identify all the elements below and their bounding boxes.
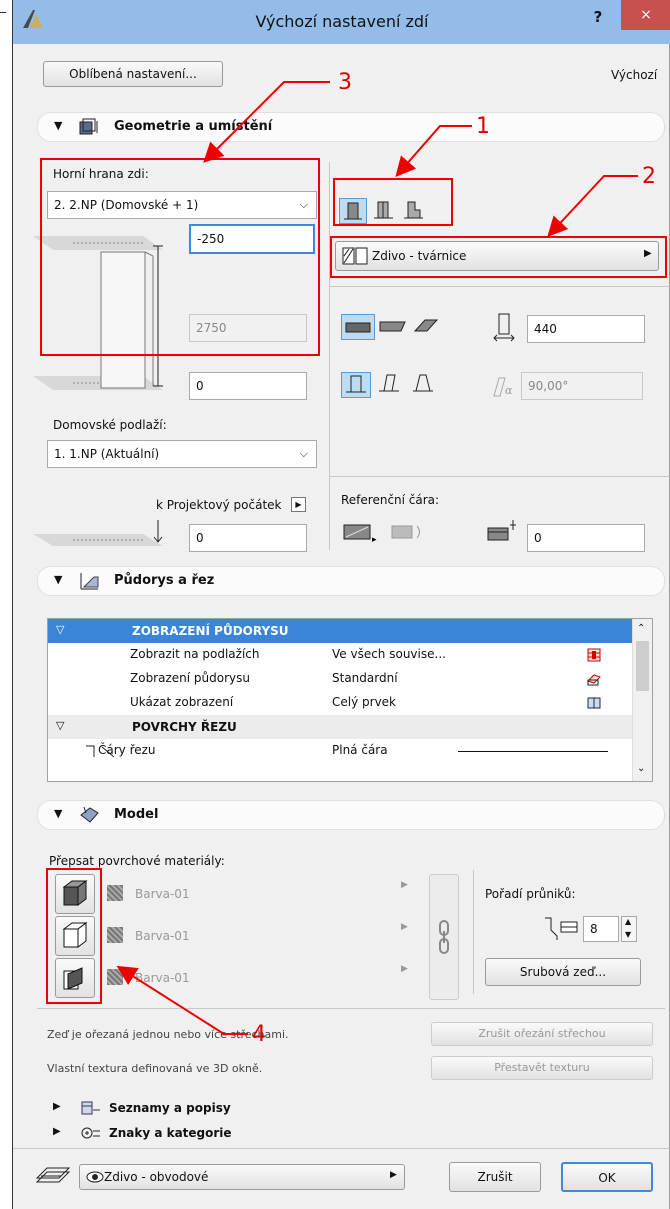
annotation-arrows — [116, 81, 638, 1035]
